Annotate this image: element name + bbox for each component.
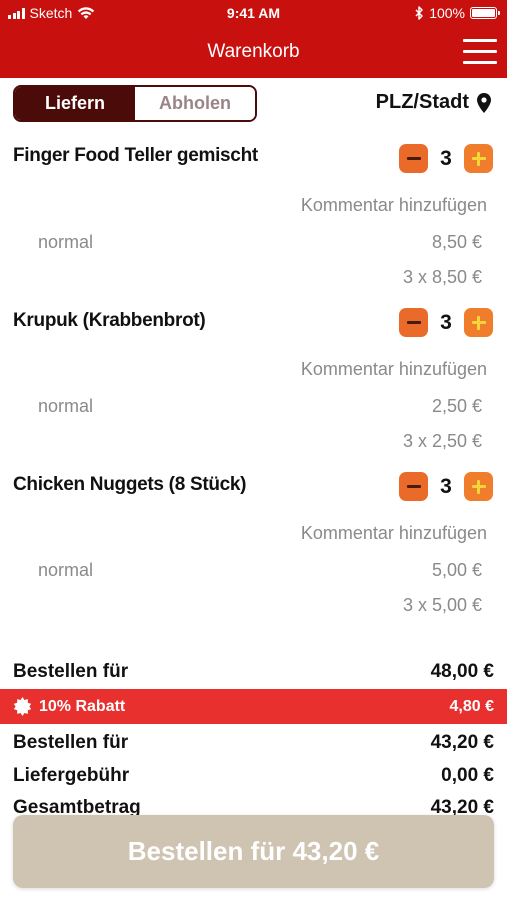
- decrease-button[interactable]: [399, 308, 428, 337]
- unit-price: 5,00 €: [431, 560, 482, 580]
- bluetooth-icon: [415, 6, 423, 20]
- discount-banner: 10% Rabatt 4,80 €: [0, 689, 507, 724]
- quantity-value: 3: [440, 146, 452, 170]
- minus-icon: [406, 485, 421, 488]
- after-discount-row: Bestellen für 43,20 €: [13, 732, 494, 754]
- item-name: Chicken Nuggets (8 Stück): [13, 474, 247, 495]
- location-pin-icon: [477, 92, 491, 113]
- plus-icon: [471, 315, 486, 330]
- item-variant: normal: [38, 396, 94, 416]
- discount-value: 4,80 €: [449, 697, 494, 715]
- hamburger-icon[interactable]: [463, 39, 497, 65]
- subtotal-label: Bestellen für: [13, 661, 129, 682]
- discount-badge-icon: [13, 697, 32, 716]
- quantity-value: 3: [440, 474, 452, 498]
- increase-button[interactable]: [464, 308, 493, 337]
- quantity-stepper: 3: [399, 472, 493, 501]
- minus-icon: [406, 321, 421, 324]
- quantity-stepper: 3: [399, 144, 493, 173]
- after-discount-value: 43,20 €: [430, 732, 494, 753]
- quantity-stepper: 3: [399, 308, 493, 337]
- delivery-toggle: Liefern Abholen: [13, 85, 257, 122]
- decrease-button[interactable]: [399, 144, 428, 173]
- line-total: 3 x 2,50 €: [402, 431, 482, 451]
- decrease-button[interactable]: [399, 472, 428, 501]
- item-variant: normal: [38, 560, 94, 580]
- delivery-fee-label: Liefergebühr: [13, 765, 130, 786]
- battery-percent: 100%: [429, 5, 465, 21]
- after-discount-label: Bestellen für: [13, 732, 129, 753]
- location-label: PLZ/Stadt: [375, 91, 469, 113]
- status-bar: Sketch 9:41 AM 100%: [0, 0, 507, 28]
- plus-icon: [471, 479, 486, 494]
- add-comment-link[interactable]: Kommentar hinzufügen: [301, 523, 487, 544]
- line-total: 3 x 8,50 €: [402, 267, 482, 287]
- subtotal-row: Bestellen für 48,00 €: [13, 661, 494, 683]
- delivery-fee-value: 0,00 €: [441, 765, 494, 786]
- unit-price: 8,50 €: [431, 232, 482, 252]
- increase-button[interactable]: [464, 472, 493, 501]
- status-right: 100%: [415, 5, 500, 21]
- add-comment-link[interactable]: Kommentar hinzufügen: [301, 195, 487, 216]
- delivery-fee-row: Liefergebühr 0,00 €: [13, 765, 494, 787]
- toggle-abholen[interactable]: Abholen: [135, 87, 255, 120]
- item-name: Krupuk (Krabbenbrot): [13, 310, 206, 331]
- quantity-value: 3: [440, 310, 452, 334]
- unit-price: 2,50 €: [431, 396, 482, 416]
- discount-label: 10% Rabatt: [39, 697, 126, 715]
- location-selector[interactable]: PLZ/Stadt: [376, 91, 491, 114]
- toggle-liefern[interactable]: Liefern: [15, 87, 135, 120]
- minus-icon: [406, 157, 421, 160]
- line-total: 3 x 5,00 €: [402, 595, 482, 615]
- increase-button[interactable]: [464, 144, 493, 173]
- item-name: Finger Food Teller gemischt: [13, 145, 258, 166]
- subtotal-value: 48,00 €: [430, 661, 494, 682]
- item-variant: normal: [38, 232, 94, 252]
- add-comment-link[interactable]: Kommentar hinzufügen: [301, 359, 487, 380]
- page-title: Warenkorb: [207, 41, 300, 62]
- order-button[interactable]: Bestellen für 43,20 €: [13, 815, 494, 888]
- battery-icon: [470, 7, 500, 19]
- plus-icon: [471, 151, 486, 166]
- nav-bar: Warenkorb: [0, 28, 507, 78]
